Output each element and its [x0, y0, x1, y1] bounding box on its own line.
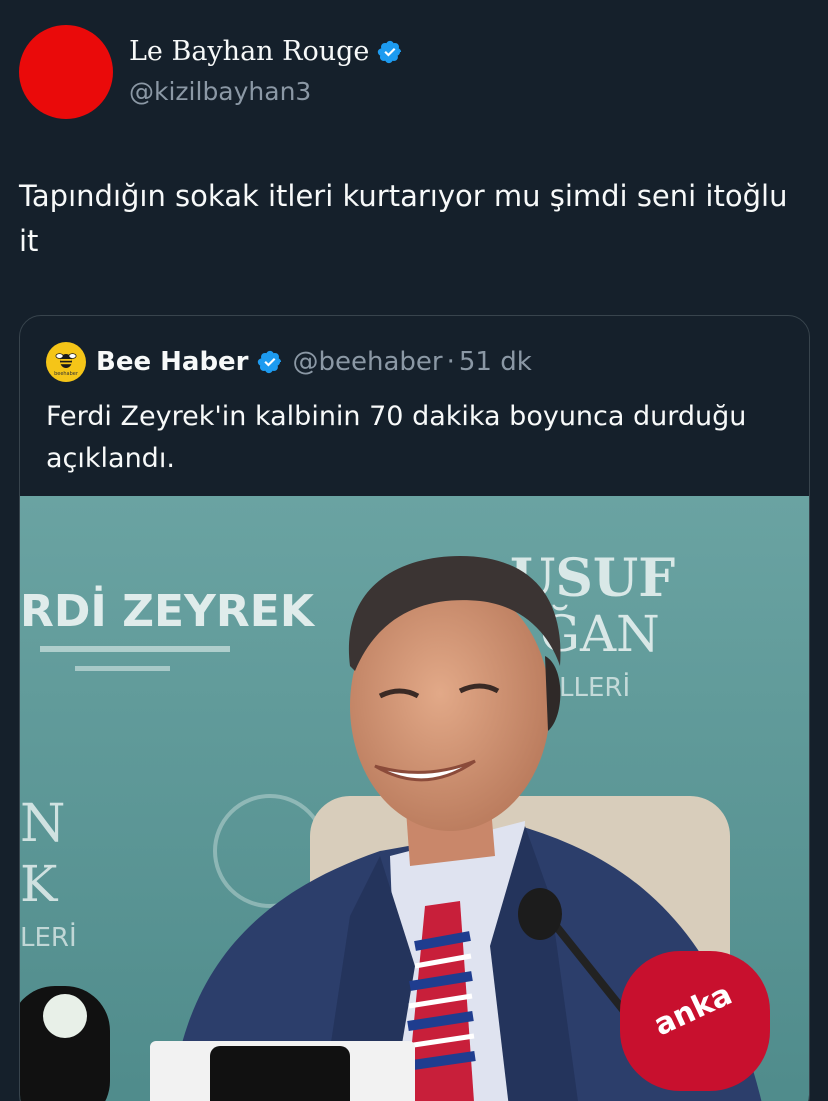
author-name-row[interactable]: Le Bayhan Rouge: [129, 36, 403, 67]
quoted-handle[interactable]: @beehaber: [293, 347, 443, 377]
quoted-tweet-photo[interactable]: RDİ ZEYREK USUF ĞAN ÜLLERİ N K LERİ anka: [20, 496, 809, 1101]
backdrop-edge-2: K: [20, 855, 59, 913]
separator-dot: ·: [446, 347, 455, 377]
avatar[interactable]: [19, 25, 113, 119]
author-display-name[interactable]: Le Bayhan Rouge: [129, 36, 369, 67]
quoted-display-name[interactable]: Bee Haber: [96, 347, 249, 377]
quoted-tweet-card[interactable]: beehaber Bee Haber @beehaber · 51 dk Fer…: [19, 315, 810, 1101]
backdrop-edge-1: N: [20, 794, 66, 854]
quoted-timestamp[interactable]: 51 dk: [459, 347, 532, 377]
bee-haber-logo-icon[interactable]: beehaber: [46, 342, 86, 382]
tweet-page: Le Bayhan Rouge @kizilbayhan3 Tapındığın…: [0, 0, 828, 1101]
tweet-text: Tapındığın sokak itleri kurtarıyor mu şi…: [19, 179, 788, 258]
backdrop-left-line: RDİ ZEYREK: [20, 584, 316, 637]
quoted-tweet-text: Ferdi Zeyrek'in kalbinin 70 dakika boyun…: [46, 401, 747, 474]
backdrop-edge-3: LERİ: [20, 921, 77, 953]
verified-badge-icon: [257, 349, 283, 375]
quoted-tweet-header: beehaber Bee Haber @beehaber · 51 dk: [46, 342, 532, 382]
bee-haber-logo-text: beehaber: [54, 371, 78, 377]
author-handle[interactable]: @kizilbayhan3: [129, 77, 311, 106]
verified-badge-icon: [377, 39, 403, 65]
